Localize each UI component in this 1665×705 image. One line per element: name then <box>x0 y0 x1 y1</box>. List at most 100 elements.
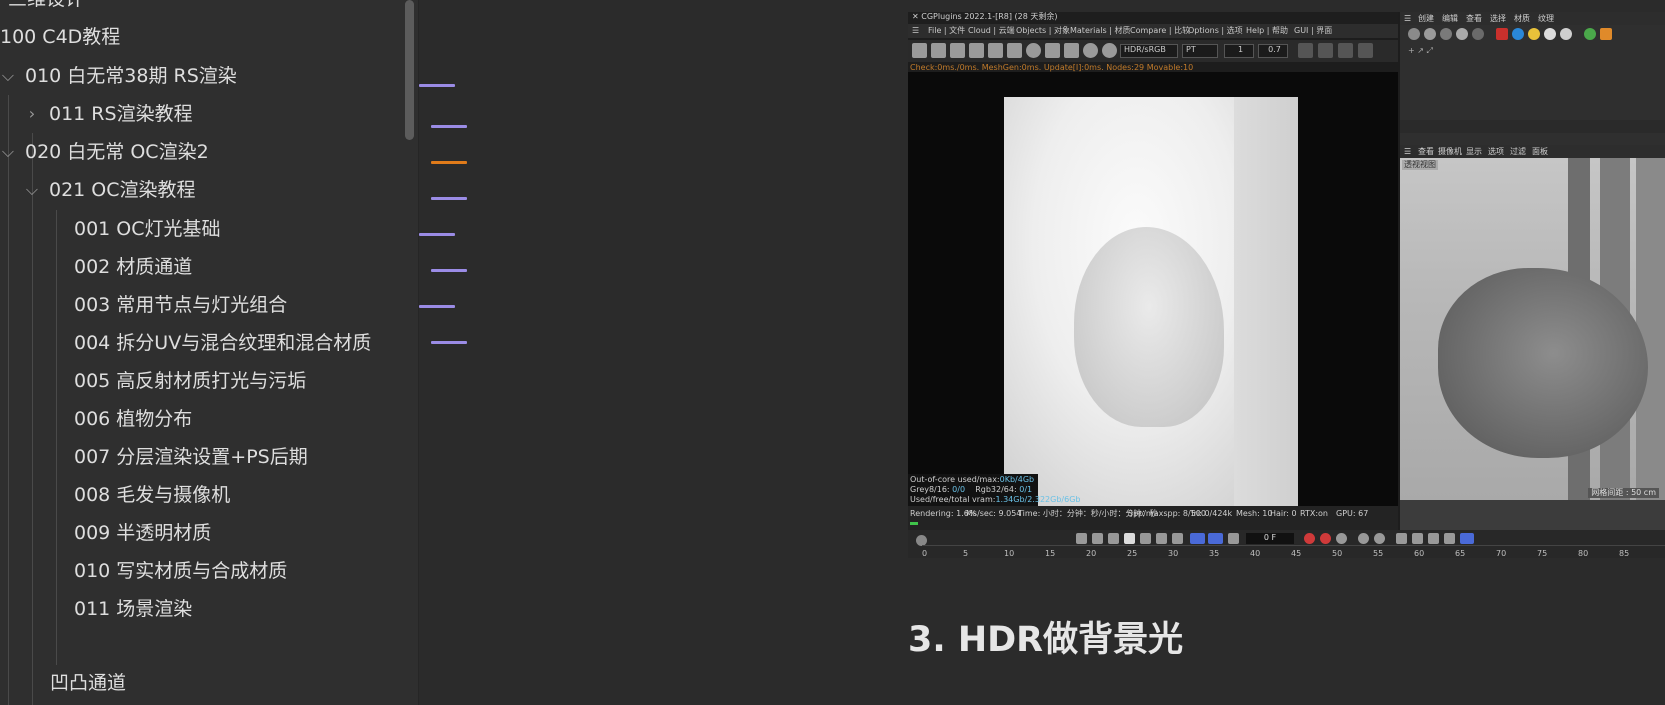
grid-icon[interactable] <box>1460 533 1474 544</box>
material-ball-icon[interactable] <box>1512 28 1524 40</box>
sun-icon[interactable] <box>1528 28 1540 40</box>
tree-item-oc-tutorial[interactable]: ⌵ 021 OC渲染教程 <box>0 171 400 209</box>
outline-mark[interactable] <box>419 305 455 308</box>
box-icon[interactable] <box>1600 28 1612 40</box>
frame-field[interactable]: 0 F <box>1246 533 1294 544</box>
timeline-ruler[interactable]: 0 5 10 15 20 25 30 35 40 45 50 55 60 65 70 75 80 85 <box>922 545 1665 558</box>
outline-mark[interactable] <box>419 84 455 87</box>
viewport-scene[interactable]: 透视视图 网格间距 : 50 cm <box>1400 158 1665 500</box>
tree-item-oc-render[interactable]: ⌵ 020 白无常 OC渲染2 <box>0 133 400 171</box>
tonemap-select[interactable]: HDR/sRGB <box>1120 44 1178 58</box>
lock-icon[interactable] <box>1007 43 1022 58</box>
menu-view[interactable]: 查看 <box>1418 147 1434 157</box>
hamburger-icon[interactable]: ☰ <box>912 26 919 36</box>
menu-edit[interactable]: 编辑 <box>1442 14 1458 24</box>
menu-material[interactable]: 材质 <box>1514 14 1530 24</box>
chevron-down-icon[interactable]: ⌵ <box>0 57 18 95</box>
material-ball-icon[interactable] <box>1408 28 1420 40</box>
close-icon[interactable]: ✕ <box>912 12 921 21</box>
sphere-icon[interactable] <box>1026 43 1041 58</box>
range-icon[interactable] <box>1208 533 1223 544</box>
param-icon[interactable] <box>1444 533 1455 544</box>
autokey-icon[interactable] <box>1320 533 1331 544</box>
tree-item-lesson[interactable]: 009 半透明材质 <box>74 514 211 552</box>
tree-item-lesson[interactable]: 001 OC灯光基础 <box>74 210 221 248</box>
value-field-1[interactable]: 1 <box>1224 44 1254 58</box>
menu-camera[interactable]: 摄像机 <box>1438 147 1462 157</box>
record-icon[interactable] <box>1304 533 1315 544</box>
tree-item-lesson[interactable]: 004 拆分UV与混合纹理和混合材质 <box>74 324 371 362</box>
chevron-down-icon[interactable]: ⌵ <box>0 133 18 171</box>
tree-item-rs-tutorial[interactable]: › 011 RS渲染教程 <box>0 95 400 133</box>
tree-item-3d-design[interactable]: 三维设计 <box>8 0 84 18</box>
tree-item-lesson[interactable]: 007 分层渲染设置+PS后期 <box>74 438 308 476</box>
move-icon[interactable] <box>1396 533 1407 544</box>
material-ball-icon[interactable] <box>1472 28 1484 40</box>
key-settings-icon[interactable] <box>1336 533 1347 544</box>
outline-mark[interactable] <box>431 341 467 344</box>
menu-filter[interactable]: 过滤 <box>1510 147 1526 157</box>
chevron-down-icon[interactable]: ⌵ <box>22 171 42 209</box>
toggle-icon[interactable] <box>1318 43 1333 58</box>
camera-icon[interactable] <box>1338 43 1353 58</box>
render-view[interactable] <box>908 72 1398 512</box>
value-field-2[interactable]: 0.7 <box>1258 44 1288 58</box>
prev-frame-icon[interactable] <box>1108 533 1119 544</box>
tree-item-lesson[interactable]: 010 写实材质与合成材质 <box>74 552 287 590</box>
menu-file[interactable]: File | 文件 <box>928 26 965 36</box>
menu-texture[interactable]: 纹理 <box>1538 14 1554 24</box>
outline-mark-active[interactable] <box>431 161 467 164</box>
menu-cloud[interactable]: Cloud | 云端 <box>968 26 1015 36</box>
outline-mark[interactable] <box>431 269 467 272</box>
add-icon[interactable]: + ↗ ⤢ <box>1408 46 1433 56</box>
menu-select[interactable]: 选择 <box>1490 14 1506 24</box>
material-ball-icon[interactable] <box>1544 28 1556 40</box>
refresh-icon[interactable] <box>931 43 946 58</box>
tree-item-lesson[interactable]: 008 毛发与摄像机 <box>74 476 230 514</box>
menu-create[interactable]: 创建 <box>1418 14 1434 24</box>
tree-item-lesson[interactable]: 006 植物分布 <box>74 400 192 438</box>
kernel-select[interactable]: PT <box>1182 44 1218 58</box>
tree-item-rs-render[interactable]: ⌵ 010 白无常38期 RS渲染 <box>0 57 400 95</box>
outline-mark[interactable] <box>431 125 467 128</box>
pause-icon[interactable] <box>950 43 965 58</box>
menu-gui[interactable]: GUI | 界面 <box>1294 26 1332 36</box>
add-icon[interactable] <box>1045 43 1060 58</box>
scale-icon[interactable] <box>1412 533 1423 544</box>
prev-key-icon[interactable] <box>1092 533 1103 544</box>
tree-item-c4d[interactable]: 100 C4D教程 <box>0 18 120 56</box>
menu-options[interactable]: 选项 <box>1488 147 1504 157</box>
menu-materials[interactable]: Materials | 材质 <box>1070 26 1130 36</box>
cinema4d-viewport[interactable]: ☰ 查看 摄像机 显示 选项 过滤 面板 透视视图 网格间距 : 50 cm <box>1400 145 1665 530</box>
key-icon[interactable] <box>1374 533 1385 544</box>
toggle-icon[interactable] <box>1358 43 1373 58</box>
tree-item-lesson[interactable]: 005 高反射材质打光与污垢 <box>74 362 306 400</box>
record-icon[interactable] <box>1496 28 1508 40</box>
f-icon[interactable] <box>1083 43 1098 58</box>
loop-icon[interactable] <box>1190 533 1205 544</box>
rotate-icon[interactable] <box>1428 533 1439 544</box>
hamburger-icon[interactable]: ☰ <box>1404 147 1411 157</box>
gear-icon[interactable] <box>988 43 1003 58</box>
region-icon[interactable] <box>969 43 984 58</box>
m-icon[interactable] <box>1102 43 1117 58</box>
menu-display[interactable]: 显示 <box>1466 147 1482 157</box>
material-ball-icon[interactable] <box>1440 28 1452 40</box>
tree-item-lesson[interactable]: 011 场景渲染 <box>74 590 192 628</box>
plant-icon[interactable] <box>1584 28 1596 40</box>
menu-options[interactable]: Options | 选项 <box>1188 26 1243 36</box>
sound-icon[interactable] <box>1228 533 1239 544</box>
key-icon[interactable] <box>1358 533 1369 544</box>
menu-compare[interactable]: Compare | 比较 <box>1130 26 1190 36</box>
material-ball-icon[interactable] <box>1424 28 1436 40</box>
next-frame-icon[interactable] <box>1140 533 1151 544</box>
sidebar-scrollbar-thumb[interactable] <box>405 0 414 140</box>
last-frame-icon[interactable] <box>1172 533 1183 544</box>
first-frame-icon[interactable] <box>1076 533 1087 544</box>
outline-mark[interactable] <box>419 233 455 236</box>
menu-objects[interactable]: Objects | 对象 <box>1016 26 1070 36</box>
tree-item-lesson[interactable]: 003 常用节点与灯光组合 <box>74 286 287 324</box>
material-ball-icon[interactable] <box>1456 28 1468 40</box>
material-ball-icon[interactable] <box>1560 28 1572 40</box>
outline-mark[interactable] <box>431 197 467 200</box>
